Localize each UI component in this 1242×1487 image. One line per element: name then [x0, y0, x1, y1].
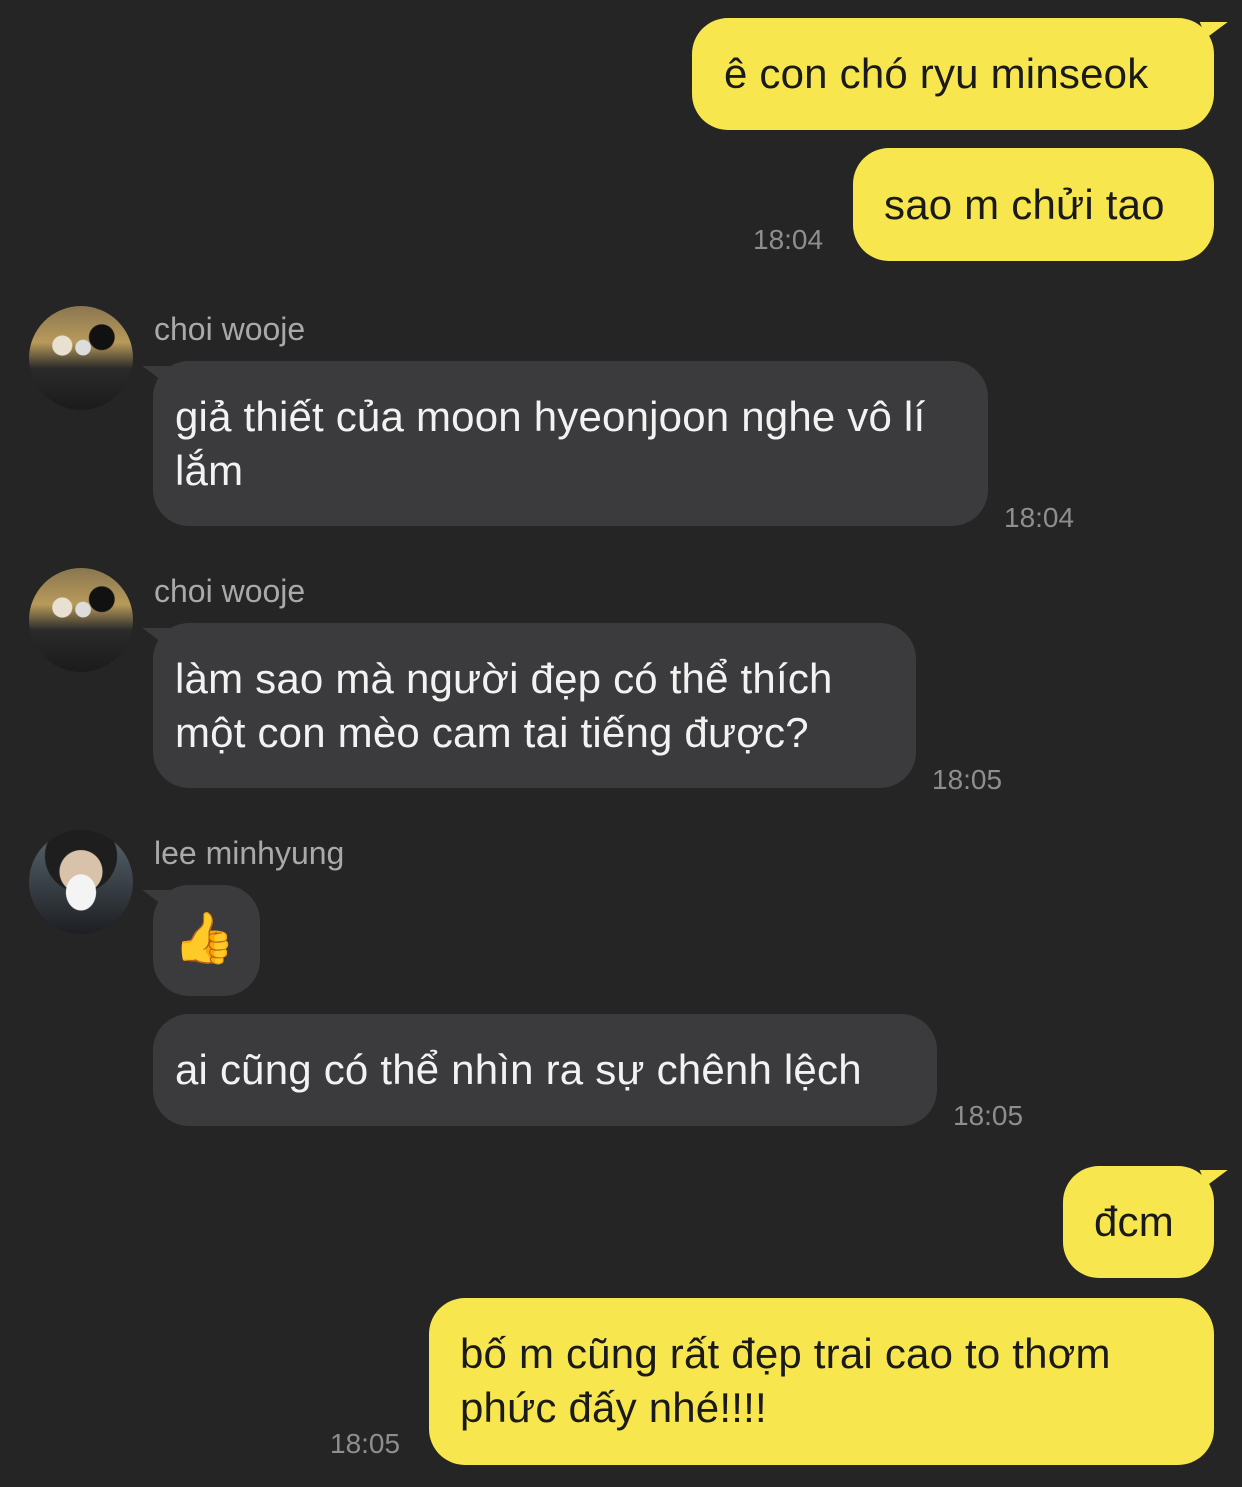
message-timestamp: 18:05 — [330, 1428, 401, 1459]
message-timestamp: 18:05 — [932, 764, 1003, 795]
outgoing-message[interactable]: sao m chửi tao — [853, 148, 1214, 261]
sender-name: choi wooje — [154, 311, 306, 347]
message-text: bố m cũng rất đẹp trai cao to thơm phức … — [460, 1330, 1111, 1431]
message-text: làm sao mà người đẹp có thể thích một co… — [175, 655, 833, 756]
avatar-choi-wooje[interactable] — [29, 306, 133, 410]
outgoing-message[interactable]: đcm — [1063, 1166, 1214, 1278]
message-timestamp: 18:04 — [753, 224, 824, 255]
message-timestamp: 18:04 — [1004, 502, 1075, 533]
incoming-message[interactable]: giả thiết của moon hyeonjoon nghe vô lí … — [153, 361, 988, 526]
incoming-message[interactable]: làm sao mà người đẹp có thể thích một co… — [153, 623, 916, 788]
message-text: ai cũng có thể nhìn ra sự chênh lệch — [175, 1046, 862, 1093]
sender-name: choi wooje — [154, 573, 306, 609]
outgoing-message[interactable]: ê con chó ryu minseok — [692, 18, 1214, 130]
incoming-message[interactable]: ai cũng có thể nhìn ra sự chênh lệch — [153, 1014, 937, 1126]
incoming-message[interactable]: 👍 — [153, 885, 260, 996]
thumbs-up-emoji: 👍 — [173, 909, 236, 967]
message-text: đcm — [1094, 1198, 1174, 1245]
sender-name: lee minhyung — [154, 835, 345, 871]
message-text: sao m chửi tao — [884, 181, 1165, 228]
message-text: ê con chó ryu minseok — [724, 50, 1149, 97]
message-text: giả thiết của moon hyeonjoon nghe vô lí … — [175, 393, 926, 494]
message-timestamp: 18:05 — [953, 1100, 1024, 1131]
outgoing-message[interactable]: bố m cũng rất đẹp trai cao to thơm phức … — [429, 1298, 1214, 1465]
avatar-choi-wooje[interactable] — [29, 568, 133, 672]
avatar-lee-minhyung[interactable] — [29, 830, 133, 934]
